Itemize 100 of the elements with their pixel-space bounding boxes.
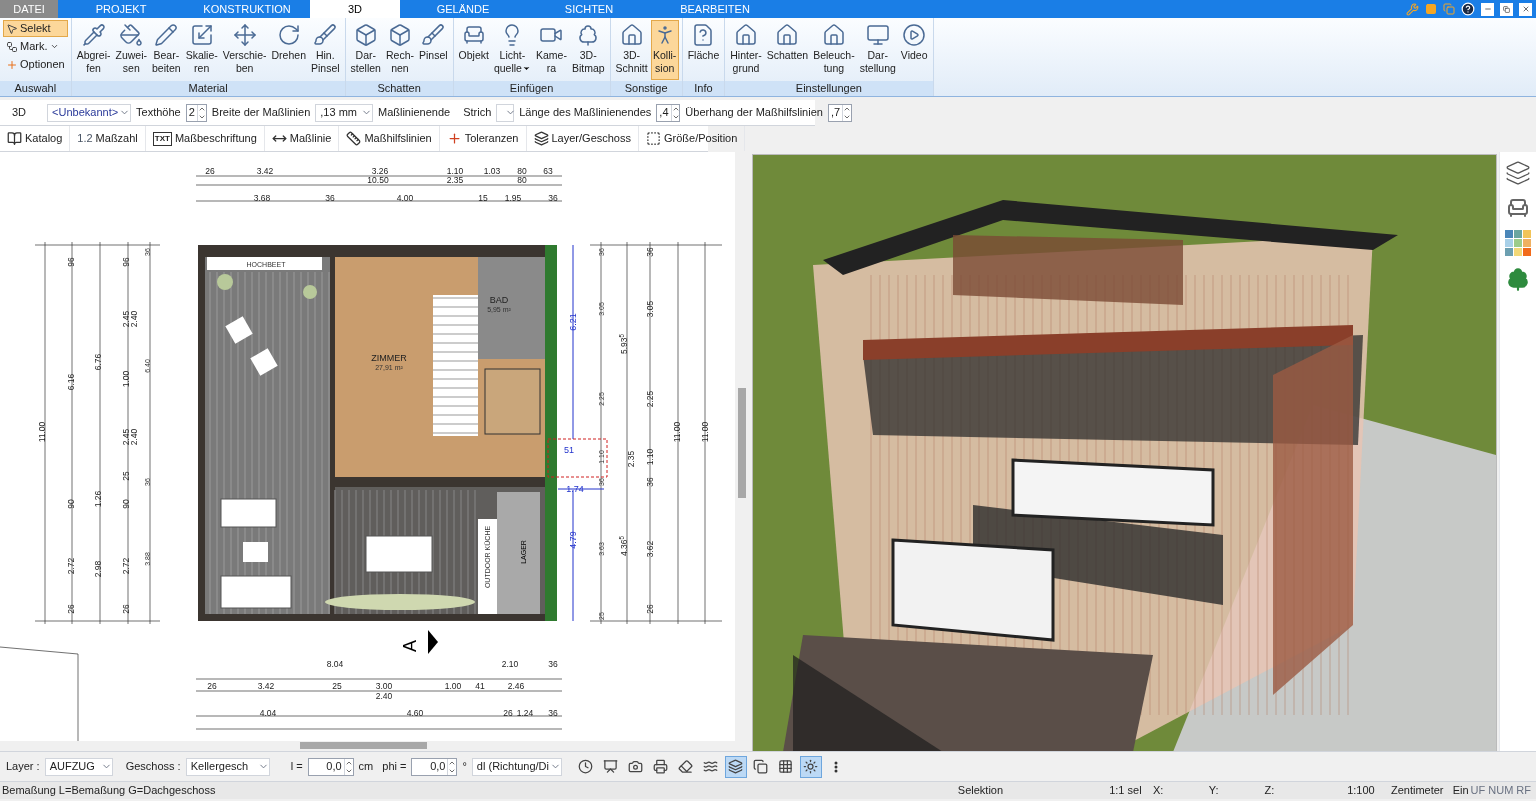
tool-button[interactable] <box>724 755 747 778</box>
printer-icon <box>653 759 669 774</box>
dimension-text: 51 <box>564 445 574 455</box>
menu-tab[interactable]: GELÄNDE <box>400 0 526 18</box>
dashed-frame-icon <box>646 131 661 146</box>
dropdown[interactable]: dl (Richtung/Di <box>471 757 562 776</box>
color-palette-icon[interactable] <box>1505 230 1531 256</box>
spinner-field[interactable]: ,7 <box>827 103 852 122</box>
ribbon-button[interactable]: Rech- nen <box>383 20 416 80</box>
toolbar-button[interactable]: Katalog <box>0 126 71 151</box>
ribbon-button[interactable]: Dar- stellung <box>857 20 898 80</box>
dots-icon <box>833 760 838 773</box>
dimension-text: 1.00 <box>444 681 462 691</box>
dimension-text: 2.72 <box>121 557 131 575</box>
brush-icon <box>421 23 446 47</box>
tool-button[interactable] <box>799 755 822 778</box>
ribbon-button[interactable]: Verschie- ben <box>220 20 269 80</box>
house-icon <box>821 23 846 47</box>
dropdown[interactable]: AUFZUG <box>44 757 113 776</box>
scroll-thumb[interactable] <box>738 388 746 498</box>
ribbon-button[interactable]: Fläche <box>685 20 722 80</box>
menu-tab[interactable]: SICHTEN <box>526 0 652 18</box>
ribbon-button[interactable]: Kolli- sion <box>650 20 679 80</box>
dimension-text: 4.04 <box>259 708 277 718</box>
ribbon-button[interactable]: 3D- Schnitt <box>613 20 650 80</box>
ribbon-button[interactable]: Video <box>898 20 930 80</box>
menu-tab[interactable]: 3D <box>310 0 400 18</box>
help-icon[interactable] <box>1461 2 1475 16</box>
ribbon-button[interactable]: Optionen <box>3 56 68 73</box>
ribbon-button[interactable]: Licht- quelle <box>491 20 533 80</box>
menu-tab[interactable]: PROJEKT <box>58 0 184 18</box>
eraser-icon <box>678 759 694 774</box>
dropdown[interactable]: <Unbekannt> <box>47 103 132 122</box>
dimension-text: 1.10 <box>645 448 655 466</box>
ribbon-button[interactable]: Zuwei- sen <box>113 20 150 80</box>
ribbon-button[interactable]: Drehen <box>269 20 308 80</box>
move-icon <box>232 23 257 47</box>
spinner-field[interactable]: 0,0 <box>307 757 354 776</box>
ribbon-button[interactable]: Abgrei- fen <box>74 20 113 80</box>
dimension-text: 26 <box>207 681 217 691</box>
ribbon-button[interactable]: Hinter- grund <box>728 20 764 80</box>
waves-icon <box>703 759 719 774</box>
status-snap: Ein <box>1452 783 1470 799</box>
ribbon-button[interactable]: Kame- ra <box>533 20 569 80</box>
ribbon-button[interactable]: Schatten <box>764 20 811 80</box>
toolbar-button[interactable]: Größe/Position <box>639 126 746 151</box>
close-button[interactable] <box>1519 2 1532 16</box>
tree-icon[interactable] <box>1505 266 1531 292</box>
ribbon-button[interactable]: Selekt <box>3 20 68 37</box>
dimension-text: 36 <box>645 247 655 257</box>
badge-text: TXT <box>152 131 172 146</box>
toolbar-button[interactable]: Maßhilfslinien <box>339 126 440 151</box>
minimize-button[interactable] <box>1481 2 1494 16</box>
menu-tab[interactable]: BEARBEITEN <box>652 0 778 18</box>
toolbar-button[interactable]: Toleranzen <box>439 126 527 151</box>
dimension-text: 3.26 <box>371 166 389 176</box>
status-unit: Zentimeter <box>1390 783 1445 799</box>
caret-icon <box>49 42 59 51</box>
ribbon-button[interactable]: Bear- beiten <box>150 20 183 80</box>
restore-button[interactable] <box>1500 2 1513 16</box>
dimension-text: 26 <box>503 708 513 718</box>
ribbon-button[interactable]: Hin. Pinsel <box>309 20 342 80</box>
dimension-text: 2.35 <box>446 175 464 185</box>
ribbon-button[interactable]: Pinsel <box>416 20 450 80</box>
ribbon-button[interactable]: Objekt <box>456 20 491 80</box>
spinner-field[interactable]: 0,0 <box>411 757 458 776</box>
toolbar-button[interactable]: Maßlinie <box>264 126 340 151</box>
layers-icon[interactable] <box>1505 160 1531 186</box>
group-label: Einstellungen <box>725 81 933 96</box>
dimension-text: 36 <box>548 193 558 203</box>
toolbar-button[interactable]: TXT Maßbeschriftung <box>145 126 265 151</box>
dropdown[interactable]: ,13 mm <box>315 103 373 122</box>
dropdown[interactable]: Kellergesch <box>185 757 270 776</box>
dimension-text: 26 <box>66 604 76 614</box>
spinner-field[interactable]: ,4 <box>656 103 681 122</box>
spinner-field[interactable]: 2 <box>185 103 207 122</box>
ribbon-button[interactable]: Skalie- ren <box>183 20 220 80</box>
pencil-icon <box>154 23 179 47</box>
dimension-text: 8.04 <box>326 659 344 669</box>
plus-icon <box>6 58 18 71</box>
toolbar-button[interactable]: 1.2 Maßzahl <box>70 126 146 151</box>
menu-tab[interactable]: KONSTRUKTION <box>184 0 310 18</box>
status-flag-label: UF <box>1470 783 1486 799</box>
ribbon-button[interactable]: Dar- stellen <box>348 20 383 80</box>
house-icon <box>733 23 758 47</box>
scroll-thumb[interactable] <box>300 742 427 749</box>
group-label: Sonstige <box>610 81 682 96</box>
field-label: Texthöhe <box>136 105 181 121</box>
ribbon-button[interactable]: Beleuch- tung <box>811 20 857 80</box>
dimension-text: 11.00 <box>700 421 710 443</box>
book-icon <box>7 131 22 146</box>
field-label: Geschoss : <box>125 759 181 775</box>
chair-icon[interactable] <box>1506 196 1530 220</box>
dimension-text: 15 <box>478 193 488 203</box>
dimension-text: 10.50 <box>367 175 389 185</box>
ribbon-button[interactable]: 3D- Bitmap <box>569 20 607 80</box>
toolbar-button[interactable]: Layer/Geschoss <box>526 126 639 151</box>
paint-bucket-icon <box>119 23 144 47</box>
ribbon-button[interactable]: Mark. <box>3 38 68 55</box>
dimension-text: 1.74 <box>566 484 584 494</box>
